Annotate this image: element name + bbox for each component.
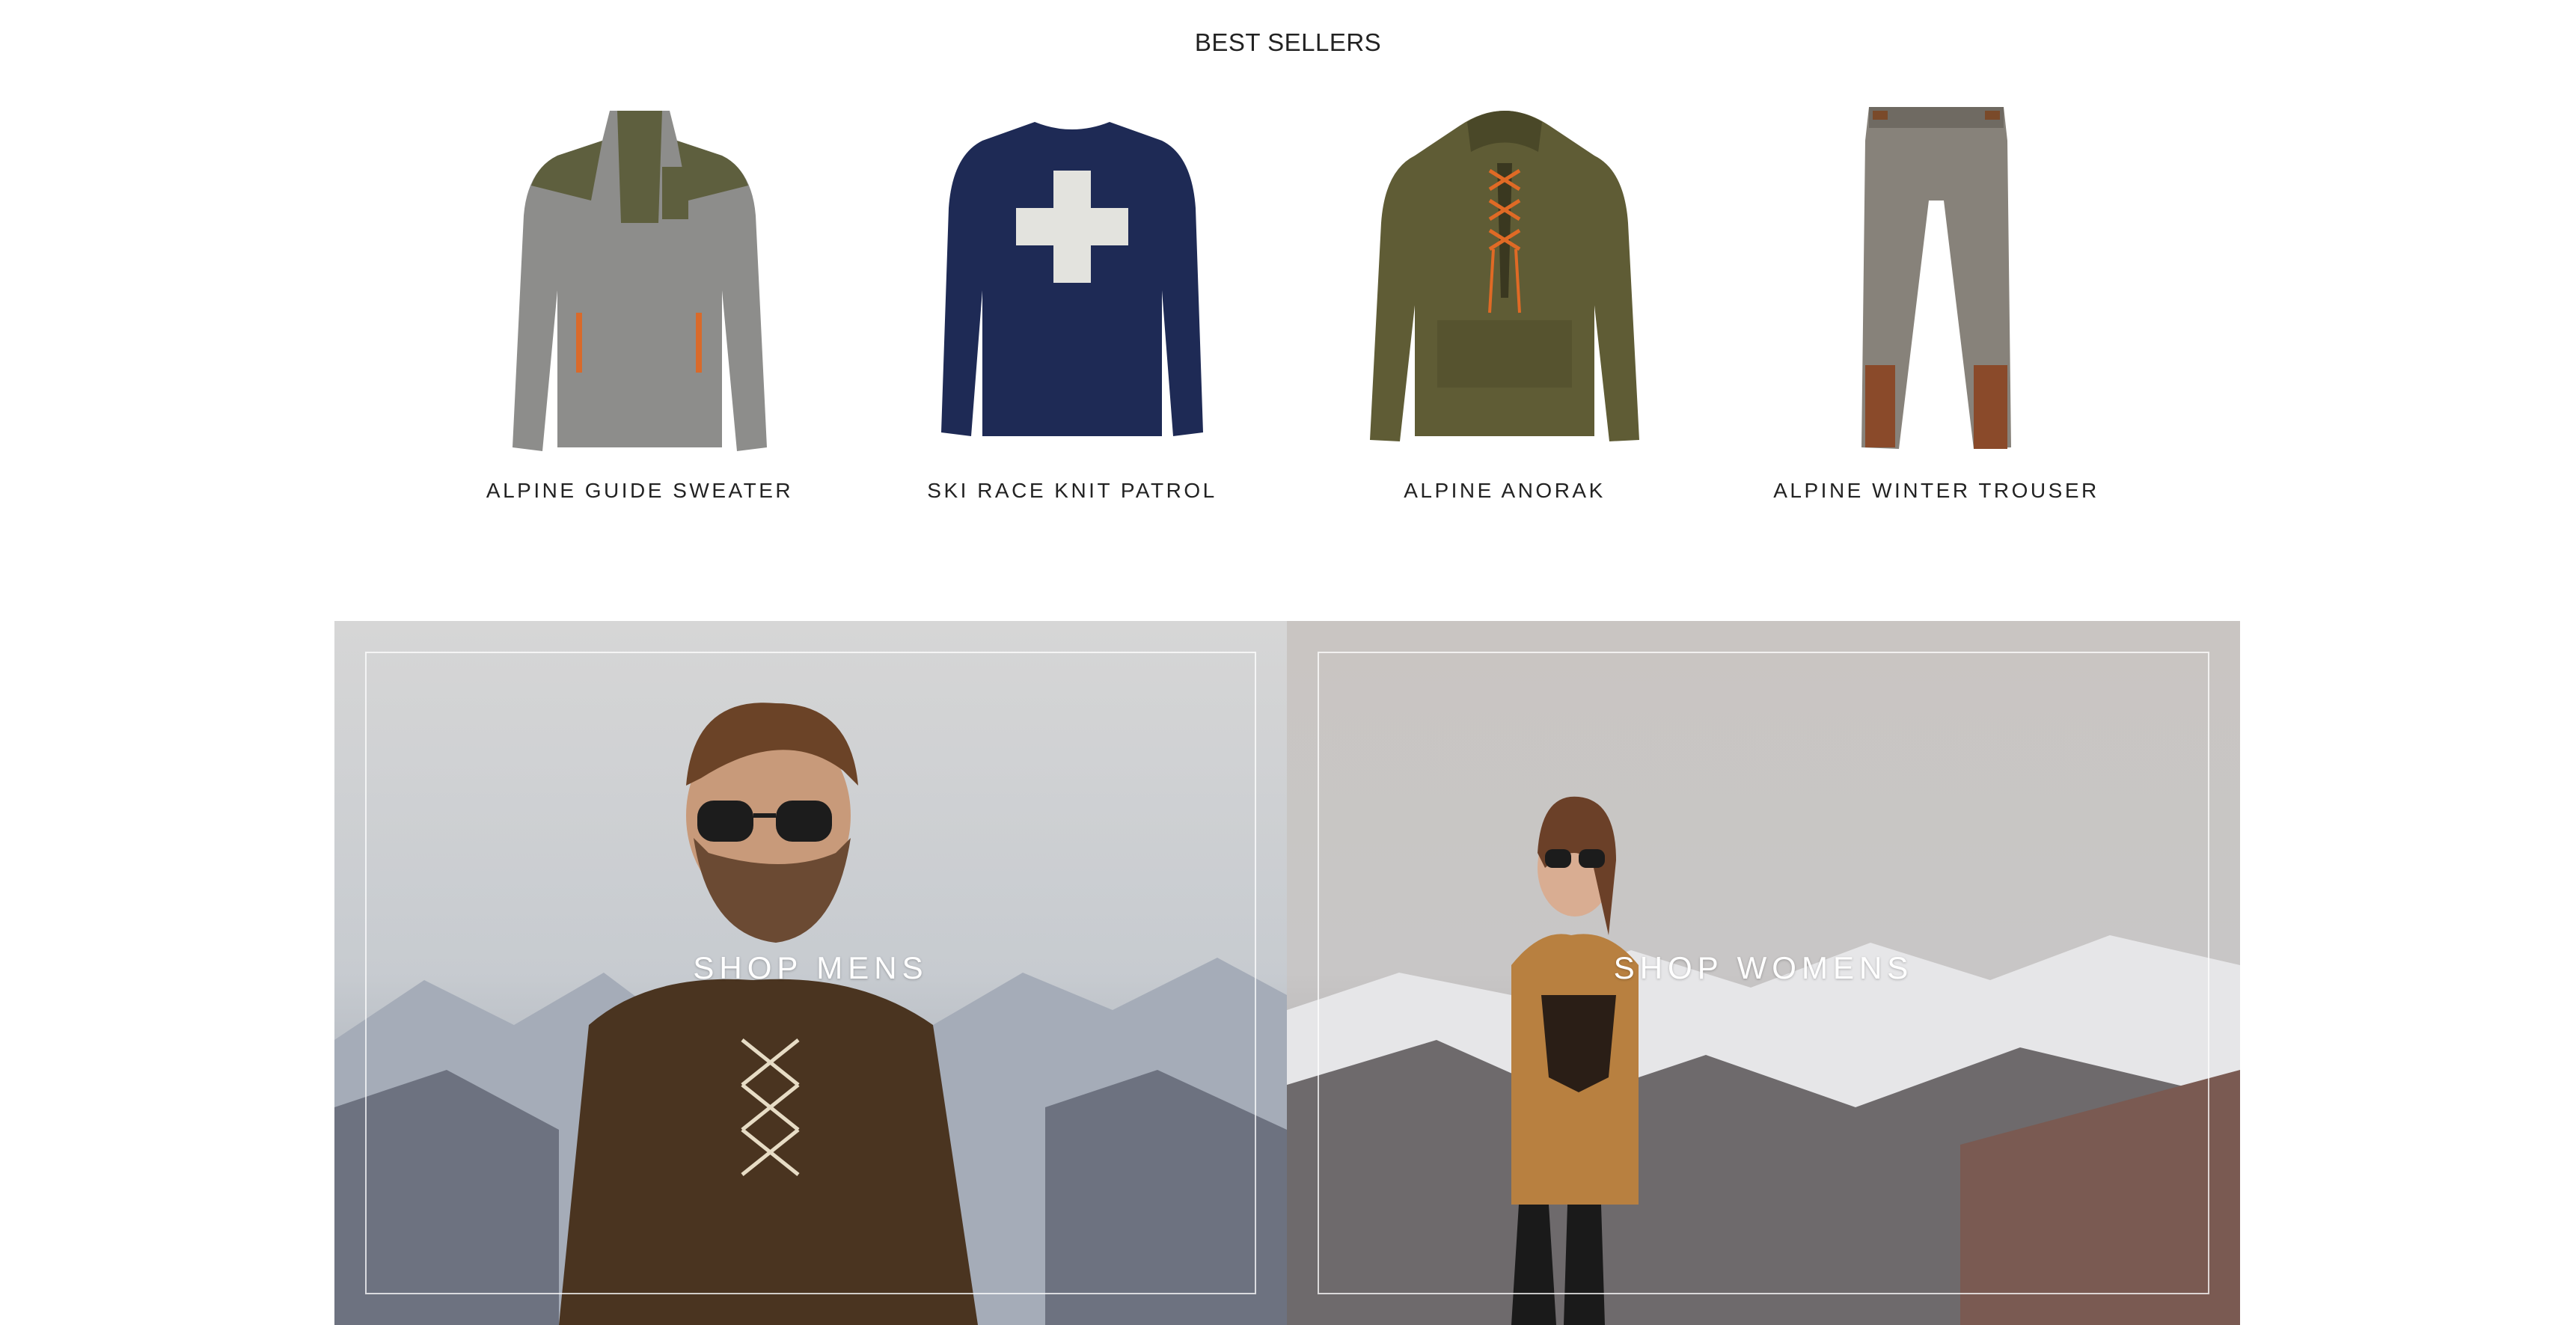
product-name[interactable]: ALPINE GUIDE SWEATER <box>430 479 849 503</box>
product-name[interactable]: ALPINE ANORAK <box>1295 479 1714 503</box>
product-card-alpine-anorak[interactable]: ALPINE ANORAK <box>1295 96 1714 515</box>
shop-mens-link[interactable]: SHOP MENS <box>334 950 1287 986</box>
product-name[interactable]: SKI RACE KNIT PATROL <box>863 479 1282 503</box>
product-image-alpine-guide-sweater[interactable] <box>498 96 782 462</box>
product-card-alpine-guide-sweater[interactable]: ALPINE GUIDE SWEATER <box>430 96 849 515</box>
product-image-alpine-winter-trouser[interactable] <box>1839 96 2034 462</box>
shop-womens-banner[interactable]: SHOP WOMENS <box>1287 621 2240 1325</box>
best-sellers-title: BEST SELLERS <box>1194 28 1382 56</box>
product-card-alpine-winter-trouser[interactable]: ALPINE WINTER TROUSER <box>1727 96 2146 515</box>
product-name[interactable]: ALPINE WINTER TROUSER <box>1727 479 2146 503</box>
shop-womens-link[interactable]: SHOP WOMENS <box>1287 950 2240 986</box>
product-card-ski-race-knit-patrol[interactable]: SKI RACE KNIT PATROL <box>863 96 1282 515</box>
product-image-alpine-anorak[interactable] <box>1362 96 1647 455</box>
shop-mens-banner[interactable]: SHOP MENS <box>334 621 1287 1325</box>
product-image-ski-race-knit-patrol[interactable] <box>937 96 1207 455</box>
